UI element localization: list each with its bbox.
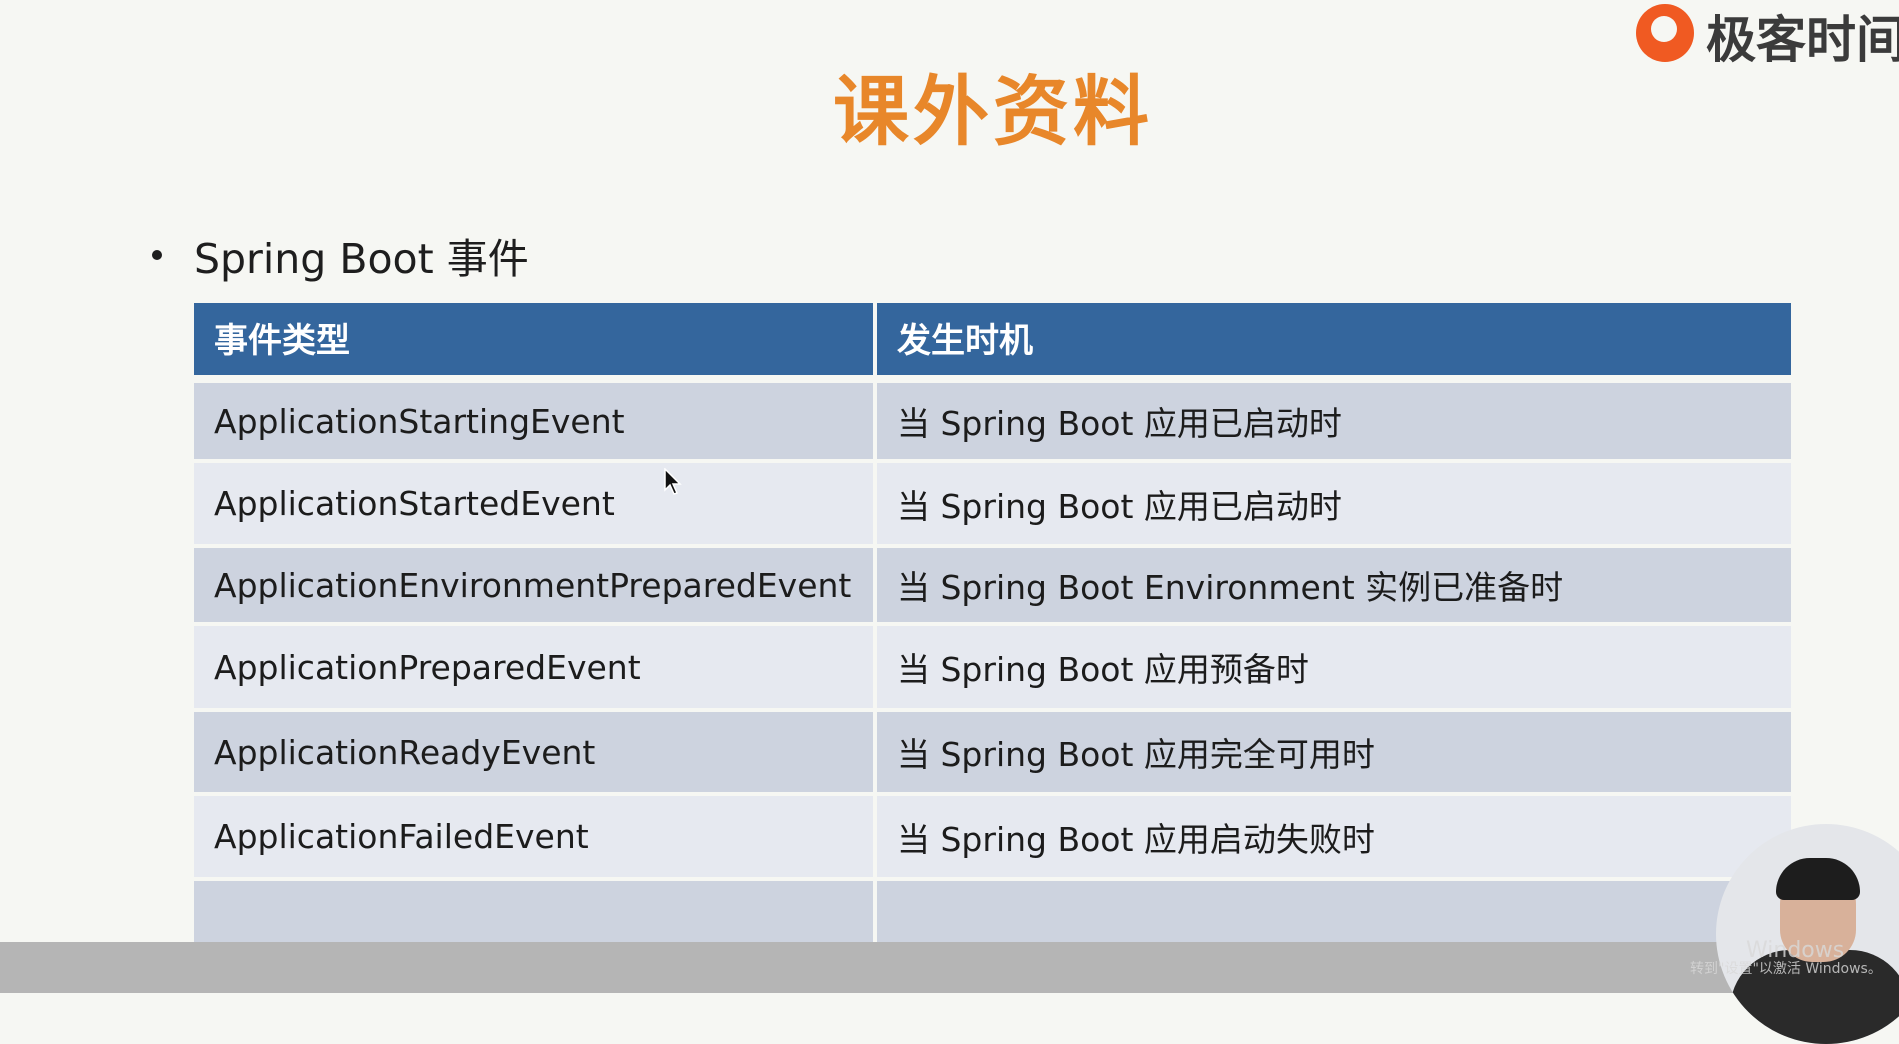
table-header-row: 事件类型 发生时机 — [194, 303, 1791, 383]
events-table: 事件类型 发生时机 ApplicationStartingEvent 当 Spr… — [190, 303, 1795, 951]
header-event-type: 事件类型 — [194, 303, 873, 383]
table-row: ApplicationFailedEvent 当 Spring Boot 应用启… — [194, 796, 1791, 881]
timing-cell: 当 Spring Boot 应用预备时 — [877, 626, 1791, 712]
event-type-cell: ApplicationStartingEvent — [194, 383, 873, 463]
timing-cell: 当 Spring Boot 应用完全可用时 — [877, 712, 1791, 796]
event-type-cell: ApplicationReadyEvent — [194, 712, 873, 796]
timing-cell: 当 Spring Boot 应用已启动时 — [877, 383, 1791, 463]
bullet-item: Spring Boot 事件 — [152, 225, 529, 285]
table-row: ApplicationEnvironmentPreparedEvent 当 Sp… — [194, 548, 1791, 626]
event-type-cell: ApplicationPreparedEvent — [194, 626, 873, 712]
event-type-cell: ApplicationFailedEvent — [194, 796, 873, 881]
mouse-cursor-icon — [664, 468, 682, 495]
timing-cell — [877, 881, 1791, 951]
table-row: ApplicationReadyEvent 当 Spring Boot 应用完全… — [194, 712, 1791, 796]
timing-cell: 当 Spring Boot Environment 实例已准备时 — [877, 548, 1791, 626]
timing-cell: 当 Spring Boot 应用启动失败时 — [877, 796, 1791, 881]
bottom-bar — [0, 942, 1899, 993]
table-row: ApplicationStartingEvent 当 Spring Boot 应… — [194, 383, 1791, 463]
table-row: ApplicationStartedEvent 当 Spring Boot 应用… — [194, 463, 1791, 548]
windows-activation-watermark: Windows 转到"设置"以激活 Windows。 — [1690, 938, 1882, 978]
event-type-cell: ApplicationEnvironmentPreparedEvent — [194, 548, 873, 626]
event-type-cell: ApplicationStartedEvent — [194, 463, 873, 548]
presenter-hair — [1776, 858, 1860, 900]
slide-title: 课外资料 — [833, 67, 1153, 156]
watermark-line1: Windows — [1746, 938, 1845, 963]
bullet-dot-icon — [152, 250, 162, 260]
event-type-cell — [194, 881, 873, 951]
bullet-text: Spring Boot 事件 — [194, 235, 529, 283]
table-row: ApplicationPreparedEvent 当 Spring Boot 应… — [194, 626, 1791, 712]
header-timing: 发生时机 — [877, 303, 1791, 383]
watermark-line2: 转到"设置"以激活 Windows。 — [1690, 961, 1882, 977]
table-row — [194, 881, 1791, 951]
timing-cell: 当 Spring Boot 应用已启动时 — [877, 463, 1791, 548]
